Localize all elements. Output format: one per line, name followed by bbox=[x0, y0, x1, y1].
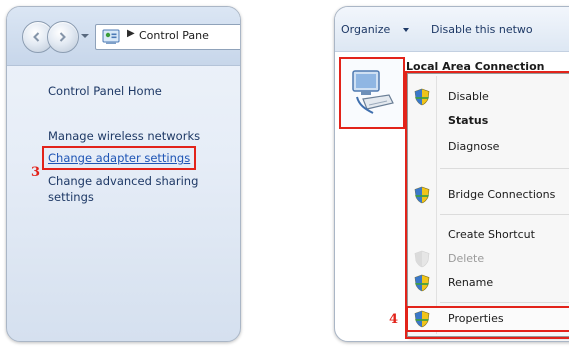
control-panel-window: ▶ Control Pane Control Panel Home Manage… bbox=[6, 6, 241, 342]
change-advanced-sharing-settings-link[interactable]: Change advanced sharing settings bbox=[48, 173, 220, 205]
connection-name-label: Local Area Connection bbox=[406, 60, 545, 73]
manage-wireless-networks-link[interactable]: Manage wireless networks bbox=[48, 128, 238, 144]
menu-item-delete: Delete bbox=[408, 248, 569, 270]
shield-icon bbox=[414, 186, 430, 204]
menu-item-disable[interactable]: Disable bbox=[408, 86, 569, 108]
organize-menu-button[interactable]: Organize bbox=[341, 23, 390, 36]
control-panel-icon bbox=[102, 29, 120, 44]
local-area-connection-item[interactable] bbox=[339, 57, 405, 129]
menu-separator bbox=[440, 302, 569, 303]
menu-item-status[interactable]: Status bbox=[408, 110, 569, 132]
disable-network-device-button[interactable]: Disable this netwo bbox=[431, 23, 533, 36]
network-connections-window: Organize Disable this netwo Local Area C… bbox=[334, 6, 569, 342]
back-arrow-icon bbox=[33, 32, 40, 42]
control-panel-home-link[interactable]: Control Panel Home bbox=[48, 83, 238, 99]
forward-button[interactable] bbox=[47, 21, 79, 53]
breadcrumb-control-panel[interactable]: Control Pane bbox=[139, 29, 209, 42]
step-number-3: 3 bbox=[31, 165, 41, 180]
address-bar[interactable]: ▶ Control Pane bbox=[95, 24, 240, 50]
menu-item-diagnose[interactable]: Diagnose bbox=[408, 136, 569, 158]
toolbar: Organize Disable this netwo bbox=[335, 7, 569, 52]
network-adapter-icon bbox=[352, 70, 394, 114]
context-menu: Disable Status Diagnose Bridge Connectio… bbox=[405, 71, 569, 339]
task-list: Control Panel Home Manage wireless netwo… bbox=[41, 83, 238, 205]
shield-icon bbox=[414, 88, 430, 106]
menu-item-create-shortcut[interactable]: Create Shortcut bbox=[408, 224, 569, 246]
menu-separator bbox=[440, 168, 569, 169]
navigation-bar: ▶ Control Pane bbox=[7, 7, 240, 66]
change-adapter-settings-link[interactable]: Change adapter settings bbox=[41, 146, 197, 170]
menu-separator bbox=[440, 214, 569, 215]
recent-pages-dropdown-icon[interactable] bbox=[81, 34, 89, 38]
menu-item-bridge-connections[interactable]: Bridge Connections bbox=[408, 184, 569, 206]
forward-arrow-icon bbox=[59, 32, 66, 42]
shield-icon bbox=[414, 310, 430, 328]
step-number-4: 4 bbox=[389, 312, 399, 327]
shield-icon bbox=[414, 250, 430, 268]
shield-icon bbox=[414, 274, 430, 292]
menu-item-rename[interactable]: Rename bbox=[408, 272, 569, 294]
breadcrumb-arrow-icon[interactable]: ▶ bbox=[127, 28, 135, 39]
organize-dropdown-icon[interactable] bbox=[403, 28, 409, 32]
menu-item-properties[interactable]: Properties bbox=[406, 306, 569, 332]
